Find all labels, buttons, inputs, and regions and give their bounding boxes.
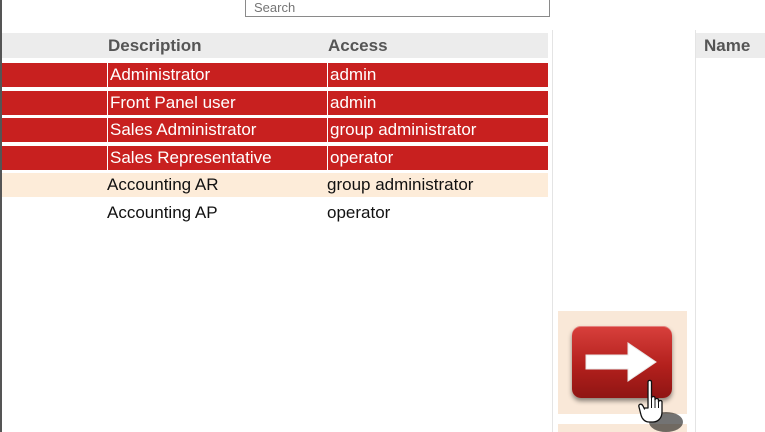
- cell-description: Sales Representative: [107, 145, 324, 170]
- cell-description: Accounting AP: [107, 202, 218, 222]
- available-roles-table: Description Access Administrator admin F…: [2, 30, 553, 432]
- assigned-roles-table: Name: [695, 30, 765, 432]
- cell-description: Sales Administrator: [107, 118, 324, 142]
- move-right-button-container: [558, 311, 687, 414]
- table-header: Description Access: [2, 33, 548, 58]
- right-arrow-icon: [585, 342, 657, 382]
- table-row[interactable]: Administrator admin: [2, 62, 548, 90]
- table-row[interactable]: Sales Representative operator: [2, 145, 548, 173]
- table-header: Name: [696, 33, 765, 58]
- cell-access: operator: [327, 202, 391, 222]
- table-row[interactable]: Accounting AR group administrator: [2, 172, 548, 200]
- search-input[interactable]: [246, 0, 565, 16]
- cell-description: Front Panel user: [107, 90, 324, 115]
- table-row[interactable]: Accounting AP operator: [2, 200, 548, 228]
- column-header-access[interactable]: Access: [328, 36, 388, 56]
- column-header-description[interactable]: Description: [108, 36, 202, 56]
- cell-access: operator: [327, 145, 548, 170]
- table-row[interactable]: Sales Administrator group administrator: [2, 117, 548, 145]
- table-row[interactable]: Front Panel user admin: [2, 90, 548, 118]
- move-right-button[interactable]: [572, 326, 672, 398]
- table-body: Administrator admin Front Panel user adm…: [2, 62, 548, 227]
- search-field[interactable]: [245, 0, 565, 17]
- cell-access: group administrator: [327, 118, 548, 142]
- cell-description: Administrator: [107, 63, 324, 87]
- cell-access: admin: [327, 90, 548, 115]
- next-button-container: [558, 424, 687, 432]
- cell-description: Accounting AR: [107, 175, 219, 194]
- column-header-name[interactable]: Name: [704, 36, 750, 56]
- cell-access: admin: [327, 63, 548, 87]
- cell-access: group administrator: [327, 175, 474, 194]
